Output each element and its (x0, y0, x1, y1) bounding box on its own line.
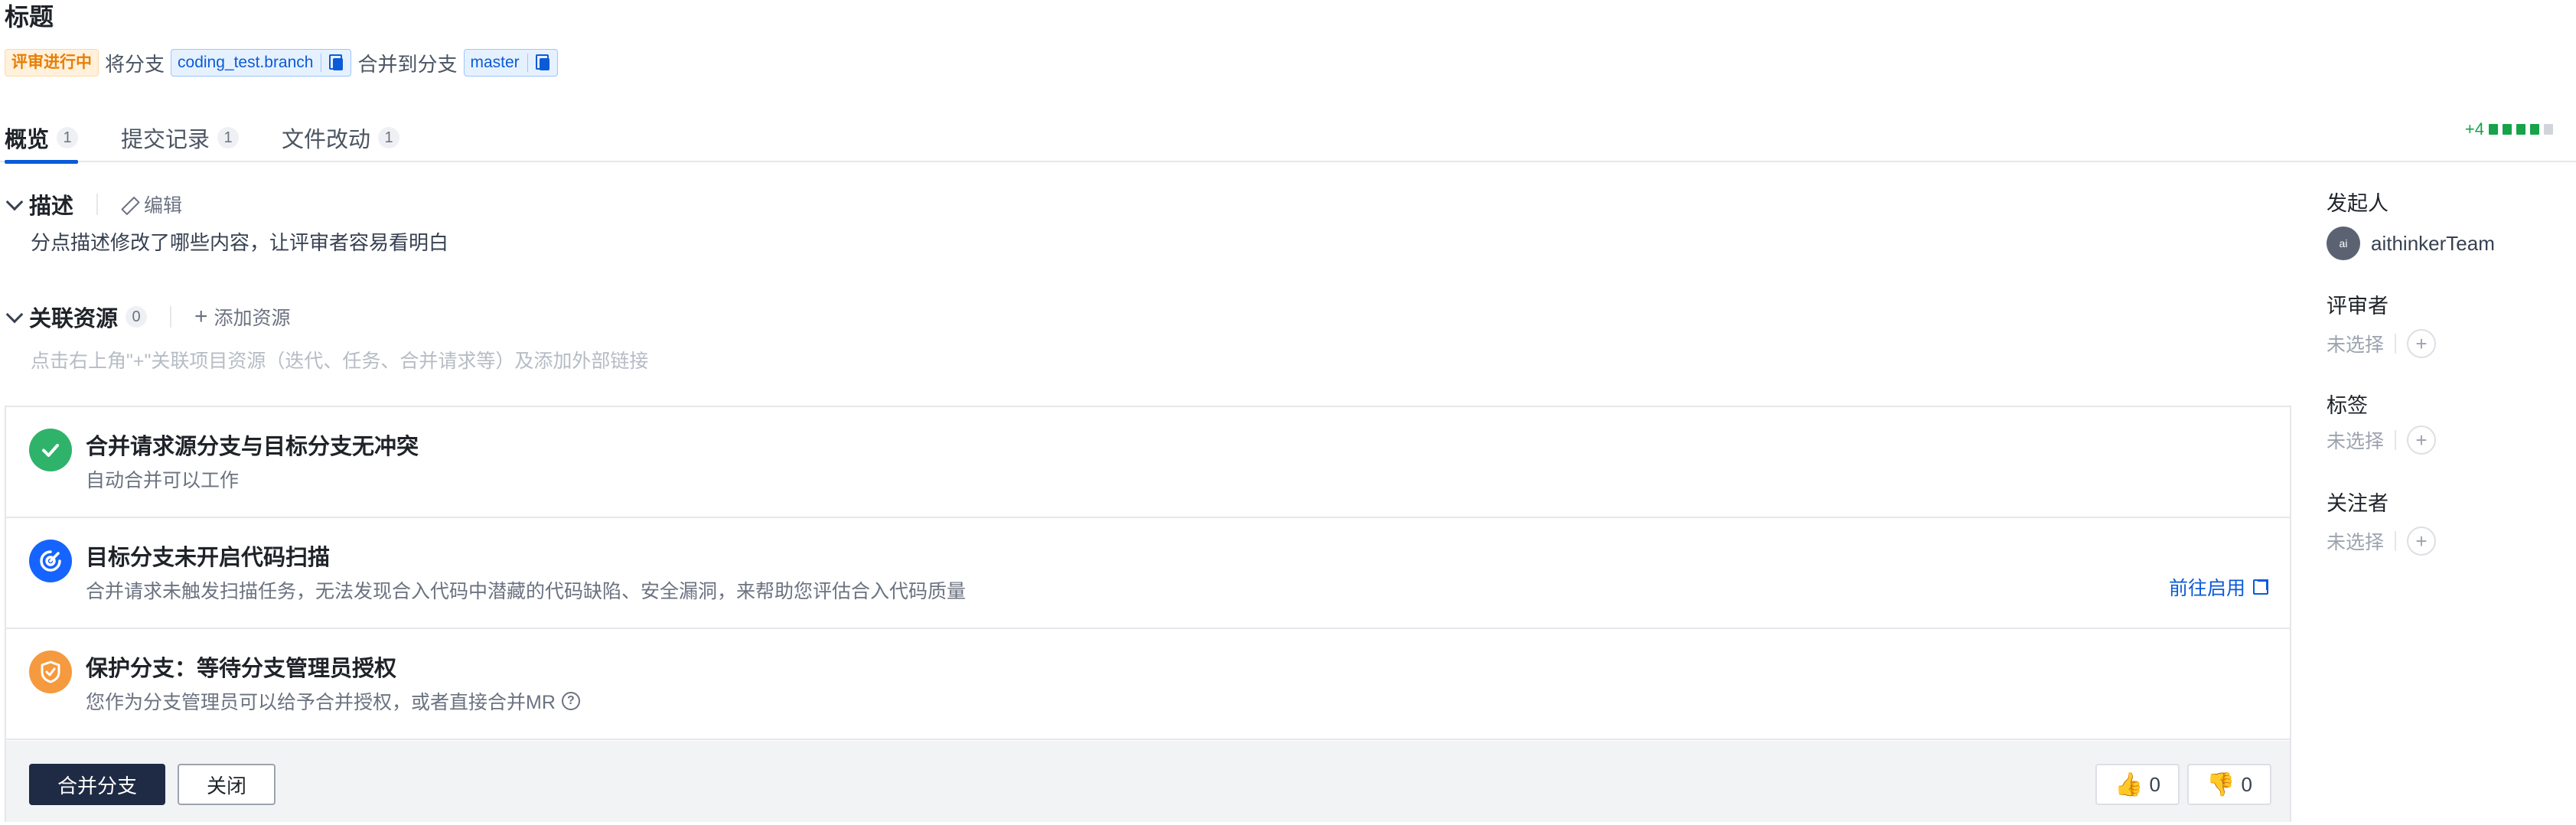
check-protected-branch: 保护分支：等待分支管理员授权 您作为分支管理员可以给予合并授权，或者直接合并MR… (6, 629, 2290, 740)
check-subtitle: 自动合并可以工作 (86, 470, 240, 491)
source-branch-name: coding_test.branch (178, 54, 314, 71)
tab-file-changes[interactable]: 文件改动 1 (282, 113, 400, 162)
check-code-scan: 目标分支未开启代码扫描 合并请求未触发扫描任务，无法发现合入代码中潜藏的代码缺陷… (6, 518, 2290, 629)
resources-count-badge: 0 (126, 306, 148, 328)
additions-count: +4 (2464, 119, 2484, 139)
reviewers-label: 评审者 (2327, 295, 2389, 318)
check-subtitle-row: 您作为分支管理员可以给予合并授权，或者直接合并MR ? (86, 687, 580, 715)
thumbs-down-icon: 👎 (2206, 771, 2235, 797)
diffstat-block (2530, 124, 2539, 135)
merge-checks-panel: 合并请求源分支与目标分支无冲突 自动合并可以工作 目标分支未开启代码扫描 合并请… (5, 406, 2291, 822)
enable-scan-link[interactable]: 前往启用 (2168, 573, 2270, 601)
check-conflict: 合并请求源分支与目标分支无冲突 自动合并可以工作 (6, 407, 2290, 518)
edit-label: 编辑 (144, 195, 183, 217)
tab-bar: 概览 1 提交记录 1 文件改动 1 (0, 107, 2576, 164)
merge-branch-button[interactable]: 合并分支 (29, 764, 165, 805)
diff-stat: +4 (2465, 119, 2553, 139)
copy-icon[interactable] (329, 54, 344, 71)
description-heading: 描述 (29, 194, 74, 219)
shield-icon (29, 651, 72, 693)
divider (527, 54, 528, 72)
diffstat-block (2516, 124, 2525, 135)
upvote-count: 0 (2149, 772, 2160, 796)
avatar: ai (2327, 227, 2360, 260)
watchers-label: 关注者 (2327, 492, 2389, 515)
status-badge: 评审进行中 (5, 49, 99, 77)
divider (170, 306, 172, 328)
check-subtitle: 您作为分支管理员可以给予合并授权，或者直接合并MR (86, 692, 556, 713)
tab-commits[interactable]: 提交记录 1 (121, 113, 240, 162)
resources-section-header: 关联资源 0 + 添加资源 (6, 301, 291, 333)
check-title: 目标分支未开启代码扫描 (86, 546, 331, 570)
labels-field: 未选择 + (2327, 426, 2437, 455)
edit-description-button[interactable]: 编辑 (121, 191, 182, 218)
target-branch-tag[interactable]: master (463, 49, 558, 77)
initiator-user[interactable]: ai aithinkerTeam (2327, 227, 2495, 260)
enable-link-label: 前往启用 (2168, 578, 2245, 599)
check-circle-icon (29, 429, 72, 471)
divider (2395, 430, 2397, 450)
labels-label: 标签 (2327, 394, 2368, 417)
initiator-name: aithinkerTeam (2371, 231, 2495, 255)
tab-label: 概览 (5, 128, 50, 152)
downvote-count: 0 (2241, 772, 2252, 796)
help-icon[interactable]: ? (561, 692, 580, 710)
external-link-icon (2253, 578, 2270, 595)
thumbs-up-icon: 👍 (2115, 771, 2144, 797)
add-resource-label: 添加资源 (214, 308, 291, 329)
merge-request-meta: 评审进行中 将分支 coding_test.branch 合并到分支 maste… (5, 47, 558, 78)
add-resource-button[interactable]: + 添加资源 (194, 303, 291, 331)
chevron-down-icon[interactable] (6, 197, 21, 212)
diffstat-block (2489, 124, 2498, 135)
merge-into-label: 合并到分支 (357, 52, 458, 76)
copy-icon[interactable] (535, 54, 551, 71)
add-watcher-button[interactable]: + (2407, 527, 2437, 556)
description-section-header: 描述 编辑 (6, 188, 182, 220)
merge-actions-bar: 合并分支 关闭 👍 0 👎 0 (6, 741, 2290, 822)
description-text: 分点描述修改了哪些内容，让评审者容易看明白 (31, 231, 449, 254)
tab-overview[interactable]: 概览 1 (5, 113, 79, 164)
add-label-button[interactable]: + (2407, 426, 2437, 455)
watchers-field: 未选择 + (2327, 527, 2437, 556)
divider (96, 194, 99, 215)
add-reviewer-button[interactable]: + (2407, 329, 2437, 358)
scan-icon (29, 540, 72, 582)
tab-label: 提交记录 (121, 128, 210, 152)
reviewers-value: 未选择 (2327, 334, 2385, 356)
check-title: 合并请求源分支与目标分支无冲突 (86, 435, 419, 459)
divider (2395, 531, 2397, 551)
from-branch-label: 将分支 (105, 52, 165, 76)
close-button[interactable]: 关闭 (178, 764, 276, 805)
check-subtitle: 合并请求未触发扫描任务，无法发现合入代码中潜藏的代码缺陷、安全漏洞，来帮助您评估… (86, 581, 967, 602)
pencil-icon (121, 196, 138, 213)
tab-count-badge: 1 (57, 127, 79, 148)
tab-label: 文件改动 (282, 128, 371, 152)
diffstat-block (2544, 124, 2553, 135)
diffstat-block (2503, 124, 2512, 135)
initiator-label: 发起人 (2327, 192, 2389, 215)
tab-count-badge: 1 (217, 127, 240, 148)
labels-value: 未选择 (2327, 431, 2385, 452)
check-title: 保护分支：等待分支管理员授权 (86, 657, 397, 681)
tab-count-badge: 1 (378, 127, 400, 148)
upvote-button[interactable]: 👍 0 (2095, 764, 2180, 805)
resources-hint: 点击右上角"+"关联项目资源（迭代、任务、合并请求等）及添加外部链接 (31, 351, 649, 372)
page-title: 标题 (5, 3, 54, 31)
divider (2395, 334, 2397, 354)
chevron-down-icon[interactable] (6, 309, 21, 324)
source-branch-tag[interactable]: coding_test.branch (171, 49, 352, 77)
downvote-button[interactable]: 👎 0 (2187, 764, 2271, 805)
resources-heading: 关联资源 (29, 307, 119, 331)
target-branch-name: master (470, 54, 520, 71)
plus-icon: + (194, 304, 208, 329)
reviewers-field: 未选择 + (2327, 329, 2437, 358)
watchers-value: 未选择 (2327, 532, 2385, 553)
